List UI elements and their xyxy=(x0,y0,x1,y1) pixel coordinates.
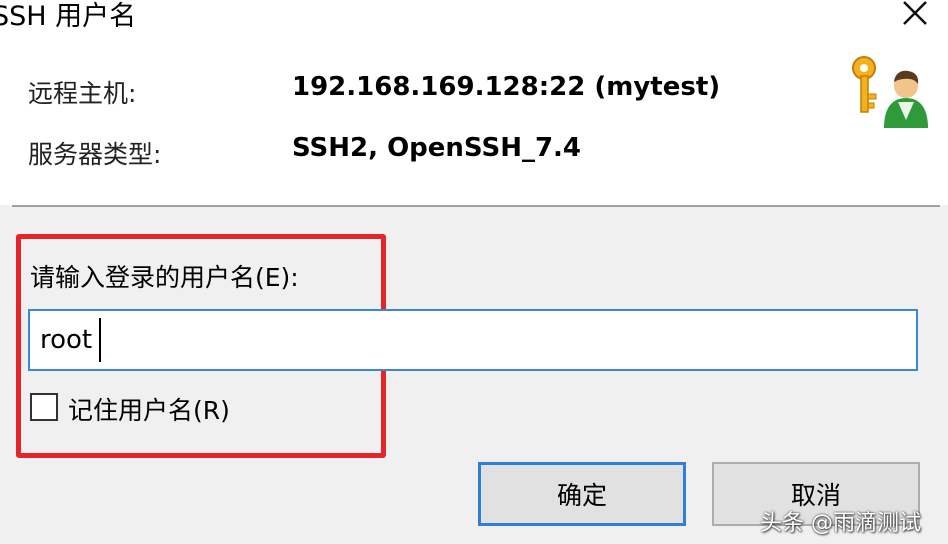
remember-username-checkbox[interactable] xyxy=(30,393,58,421)
ok-button[interactable]: 确定 xyxy=(478,462,686,526)
text-caret xyxy=(99,318,101,362)
dialog-header-panel xyxy=(0,0,948,205)
server-type-label: 服务器类型: xyxy=(28,140,162,169)
key-user-icon xyxy=(852,56,928,128)
remote-host-label: 远程主机: xyxy=(28,79,137,108)
ok-button-label: 确定 xyxy=(556,481,607,510)
watermark-text: 头条 @雨滴测试 xyxy=(760,511,921,536)
username-prompt-label: 请输入登录的用户名(E): xyxy=(30,263,299,292)
username-input[interactable] xyxy=(28,309,918,371)
header-divider xyxy=(12,205,940,207)
server-type-value: SSH2, OpenSSH_7.4 xyxy=(292,133,582,163)
remote-host-value: 192.168.169.128:22 (mytest) xyxy=(292,72,721,102)
dialog-title: SSH 用户名 xyxy=(0,1,137,32)
close-icon xyxy=(903,1,927,25)
remember-username-label[interactable]: 记住用户名(R) xyxy=(68,391,230,427)
close-button[interactable] xyxy=(890,0,938,32)
